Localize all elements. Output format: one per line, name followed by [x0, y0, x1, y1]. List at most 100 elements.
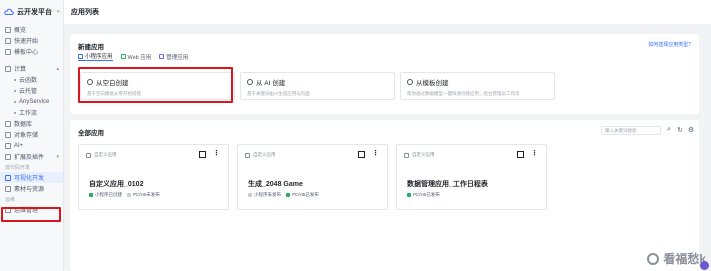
- sidebar-item-label: 对象存储: [14, 133, 39, 139]
- status-badge: PC/H5已发布: [407, 192, 440, 198]
- tab-management[interactable]: 管理应用: [159, 52, 188, 61]
- ai-sparkle-icon: [247, 79, 253, 85]
- ai-icon: [5, 142, 11, 149]
- template-icon: [5, 48, 11, 55]
- status-badge: 小程序已创建: [89, 192, 122, 198]
- sidebar-item-label: 素材与资源: [14, 187, 45, 193]
- database-icon: [5, 120, 11, 127]
- app-card[interactable]: 自定义应用 ⋮ 生成_2048 Game 小程序未发布 PC/H5已发布: [237, 144, 388, 210]
- sidebar-sub-workflow[interactable]: 工作流: [0, 107, 63, 118]
- sidebar-group-lowcode: 低代码开发: [5, 164, 31, 171]
- create-ai-card[interactable]: 从 AI 创建 基于关键词由AI生成应用与页面: [240, 72, 395, 100]
- sidebar-item-compute[interactable]: 计算 ▴: [0, 63, 63, 74]
- compute-icon: [5, 65, 11, 72]
- rocket-icon: [5, 37, 11, 44]
- app-type-icon: [86, 152, 91, 158]
- status-dot: [248, 193, 252, 197]
- sidebar-item-storage[interactable]: 对象存储: [0, 129, 63, 140]
- badge-label: PC/H5未发布: [133, 192, 160, 197]
- sidebar-item-label: 概览: [14, 28, 27, 34]
- app-card[interactable]: 自定义应用 ⋮ 数据管理应用_工作日程表 PC/H5已发布: [396, 144, 547, 210]
- sidebar-item-overview[interactable]: 概览: [0, 24, 63, 35]
- app-name: 自定义应用_0102: [89, 181, 144, 188]
- sidebar-item-assets[interactable]: 素材与资源: [0, 183, 63, 194]
- plugin-icon: [5, 153, 11, 160]
- sidebar-item-extensions[interactable]: 扩展及插件 ▾: [0, 151, 63, 162]
- brand: 云开发平台 «: [0, 0, 63, 24]
- sidebar-item-database[interactable]: 数据库: [0, 118, 63, 129]
- badge-label: 小程序已创建: [95, 192, 122, 197]
- app-type: 自定义应用: [412, 152, 435, 157]
- page-title: 应用列表: [71, 9, 99, 16]
- management-icon: [159, 54, 165, 59]
- home-icon: [5, 26, 11, 33]
- sidebar-group-ops: 运维: [5, 196, 16, 203]
- qrcode-icon[interactable]: [358, 151, 365, 158]
- status-badge: 小程序未发布: [248, 192, 281, 198]
- watermark-logo-icon: [647, 252, 660, 265]
- app-type: 自定义应用: [253, 152, 276, 157]
- search-icon[interactable]: ⌕: [665, 126, 673, 134]
- more-icon[interactable]: ⋮: [531, 149, 538, 157]
- miniprogram-icon: [78, 53, 83, 59]
- sidebar-item-label: 计算: [14, 67, 27, 73]
- cloud-logo-icon: [4, 8, 14, 15]
- tab-miniprogram[interactable]: 小程序应用: [78, 52, 113, 61]
- new-app-title: 新建应用: [78, 44, 104, 51]
- search-input[interactable]: 输入关键词搜索: [601, 126, 661, 135]
- create-template-card[interactable]: 从模板创建 帮你通过数据模型一键快速创建应用，后台管理员工作流: [400, 72, 555, 100]
- status-badge: PC/H5未发布: [127, 192, 160, 198]
- app-type-icon: [245, 152, 250, 158]
- tab-label: 管理应用: [166, 54, 189, 61]
- assets-icon: [5, 185, 11, 192]
- card-desc: 帮你通过数据模型一键快速创建应用，后台管理员工作流: [407, 91, 520, 96]
- sidebar-item-quickstart[interactable]: 快速开始: [0, 35, 63, 46]
- highlight-annotation: [78, 67, 233, 103]
- help-link[interactable]: 如何选择应用类型?: [648, 41, 691, 48]
- qrcode-icon[interactable]: [517, 151, 524, 158]
- app-type-icon: [404, 152, 409, 158]
- badge-label: 小程序未发布: [254, 192, 281, 197]
- sidebar-item-label: 模板中心: [14, 50, 39, 56]
- status-dot: [89, 193, 93, 197]
- sidebar-sub-cloud-hosting[interactable]: 云托管: [0, 85, 63, 96]
- chevron-down-icon: ▾: [56, 153, 59, 160]
- sidebar: 云开发平台 « 概览 快速开始 模板中心 计算 ▴ 云函数 云托管 AnySer…: [0, 0, 64, 271]
- sidebar-item-label: 快速开始: [14, 39, 39, 45]
- sidebar-item-visual-dev[interactable]: 可视化开发: [0, 172, 63, 183]
- card-desc: 基于关键词由AI生成应用与页面: [247, 91, 310, 96]
- sidebar-item-label: AI+: [14, 142, 24, 149]
- status-dot: [127, 193, 131, 197]
- sidebar-item-label: 可视化开发: [14, 176, 45, 182]
- status-dot: [407, 193, 411, 197]
- tab-label: 小程序应用: [85, 54, 113, 60]
- more-icon[interactable]: ⋮: [372, 149, 379, 157]
- highlight-annotation: [1, 207, 61, 222]
- settings-icon[interactable]: ⚙: [687, 126, 695, 134]
- refresh-icon[interactable]: ↻: [676, 126, 684, 134]
- badge-label: PC/H5已发布: [292, 192, 319, 197]
- sidebar-item-templates[interactable]: 模板中心: [0, 46, 63, 57]
- collapse-sidebar-icon[interactable]: «: [57, 9, 60, 15]
- card-title: 从模板创建: [416, 80, 449, 87]
- status-dot: [286, 193, 290, 197]
- more-icon[interactable]: ⋮: [213, 149, 220, 157]
- sidebar-item-ai[interactable]: AI+: [0, 140, 63, 151]
- tab-web[interactable]: Web 应用: [120, 52, 151, 61]
- app-type: 自定义应用: [94, 152, 117, 157]
- all-apps-panel: 全部应用 输入关键词搜索 ⌕ ↻ ⚙ 自定义应用 ⋮ 自定义应用_0102 小程…: [70, 120, 699, 271]
- sidebar-sub-anyservice[interactable]: AnyService: [0, 96, 63, 107]
- assistant-icon[interactable]: [700, 261, 709, 270]
- all-apps-title: 全部应用: [78, 130, 104, 137]
- page-header: 应用列表: [64, 0, 711, 24]
- storage-icon: [5, 131, 11, 138]
- qrcode-icon[interactable]: [199, 151, 206, 158]
- app-name: 数据管理应用_工作日程表: [407, 181, 488, 188]
- badge-label: PC/H5已发布: [413, 192, 440, 197]
- visual-dev-icon: [5, 174, 11, 181]
- brand-name: 云开发平台: [17, 9, 52, 16]
- sidebar-sub-cloud-functions[interactable]: 云函数: [0, 74, 63, 85]
- card-title: 从 AI 创建: [256, 80, 286, 87]
- app-card[interactable]: 自定义应用 ⋮ 自定义应用_0102 小程序已创建 PC/H5未发布: [78, 144, 229, 210]
- template-icon: [407, 79, 413, 85]
